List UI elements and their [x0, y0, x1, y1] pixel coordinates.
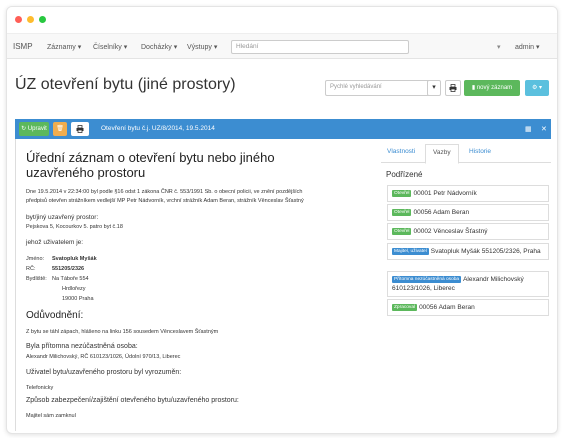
name-value: Svatopluk Myšák [52, 256, 97, 262]
caret-icon: ▾ [173, 44, 178, 51]
caret-icon: ▾ [536, 44, 540, 51]
relation-item[interactable]: Přítomna nezúčastněná osoba Alexandr Mili… [387, 271, 549, 297]
subordinates-heading: Podřízené [386, 170, 423, 179]
document-body: Úřední záznam o otevření bytu nebo jinéh… [15, 139, 373, 431]
tab-historie[interactable]: Historie [469, 148, 491, 155]
caret-icon: ▾ [213, 44, 218, 51]
brand[interactable]: ISMP [13, 42, 33, 51]
residence-line: Na Táboře 554 [52, 276, 89, 282]
print-button[interactable] [445, 80, 461, 96]
relation-item[interactable]: Zpracoval 00056 Adam Beran [387, 299, 549, 316]
top-navbar: ISMP Záznamy ▾ Číselníky ▾ Docházky ▾ Vý… [7, 33, 557, 59]
menu-ciselniky[interactable]: Číselníky ▾ [93, 43, 127, 51]
rc-label: RČ: [26, 266, 36, 272]
name-label: Jméno: [26, 256, 45, 262]
relation-text: 00002 Věnceslav Šťastný [413, 228, 488, 235]
caret-icon: ▾ [123, 44, 128, 51]
edit-label: Upravit [27, 126, 47, 132]
caret-icon: ▾ [432, 84, 436, 91]
relation-badge: Přítomna nezúčastněná osoba [392, 275, 462, 283]
tab-vazby[interactable]: Vazby [425, 144, 459, 164]
relations-sidebar: Vlastnosti Vazby Historie Podřízené Otev… [381, 144, 551, 431]
secured-heading: Způsob zabezpečení/zajištění otevřeného … [26, 397, 239, 404]
caret-icon: ▾ [77, 44, 82, 51]
menu-dochazky[interactable]: Docházky ▾ [141, 43, 177, 51]
print-icon [449, 84, 457, 92]
secured-text: Majitel sám zamknul [26, 413, 76, 419]
menu-label: Číselníky [93, 44, 122, 51]
record-panel-header: ↻ Upravit 🗑 Otevření bytu č.j. UZ/8/2014… [15, 119, 551, 139]
relation-text: 00056 Adam Beran [413, 209, 470, 216]
plus-icon: ▮ [471, 85, 476, 91]
intro-line-2: předpisů otevřen strážníkem vedlejší MP … [26, 198, 304, 204]
quick-search-input[interactable]: Pychlé vyhledávání [325, 80, 435, 96]
menu-label: Výstupy [187, 44, 212, 51]
present-text: Alexandr Milichovský, RČ 610123/1026, Úd… [26, 354, 181, 360]
relation-badge: Otevřel [392, 208, 412, 216]
intro-line-1: Dne 19.5.2014 v 22:34:00 byl podle §16 o… [26, 189, 303, 195]
relation-item[interactable]: Otevřel 00056 Adam Beran [387, 204, 549, 221]
user-menu[interactable]: admin ▾ [515, 43, 540, 51]
relation-badge: Majitel, uživatel [392, 247, 429, 255]
residence-label: Bydliště: [26, 276, 47, 282]
app-window: ISMP Záznamy ▾ Číselníky ▾ Docházky ▾ Vý… [6, 6, 558, 434]
relation-item[interactable]: Majitel, uživatel Svatopluk Myšák 551205/… [387, 243, 549, 260]
present-heading: Byla přítomna nezúčastněná osoba: [26, 343, 138, 350]
reason-heading: Odůvodnění: [26, 310, 84, 321]
relation-text: Svatopluk Myšák 551205/2326, Praha [430, 248, 541, 255]
caret-icon: ▾ [539, 85, 543, 91]
new-record-button[interactable]: ▮ nový záznam [464, 80, 520, 96]
grid-icon[interactable]: ▦ [525, 125, 532, 133]
trash-icon: 🗑 [56, 126, 64, 132]
relation-badge: Otevřel [392, 189, 412, 197]
print-icon [76, 125, 84, 133]
rc-value: 551205/2326 [52, 266, 85, 272]
relation-item[interactable]: Otevřel 00002 Věnceslav Šťastný [387, 223, 549, 240]
residence-line: Hrdlořezy [62, 286, 86, 292]
document-title: Úřední záznam o otevření bytu nebo jinéh… [26, 150, 275, 180]
relation-badge: Otevřel [392, 227, 412, 235]
notified-heading: Uživatel bytu/uzavřeného prostoru byl vy… [26, 369, 182, 376]
relation-text: 00056 Adam Beran [419, 304, 475, 311]
residence-line: 19000 Praha [62, 296, 94, 302]
panel-print-button[interactable] [71, 122, 89, 136]
user-name: admin [515, 44, 535, 51]
new-record-label: nový záznam [476, 85, 513, 91]
space-address: Pejskova 5, Kocourkov 5. patro byt č.18 [26, 224, 123, 230]
reason-text: Z bytu se táhl zápach, hlášeno na linku … [26, 329, 219, 335]
menu-label: Docházky [141, 44, 172, 51]
space-heading: byt/jiný uzavřený prostor: [26, 214, 99, 221]
nav-search-input[interactable]: Hledání [231, 40, 409, 54]
minimize-window-dot[interactable] [27, 16, 34, 23]
edit-button[interactable]: ↻ Upravit [19, 122, 49, 136]
relation-text: 00001 Petr Nádvorník [413, 190, 477, 197]
record-reference: Otevření bytu č.j. UZ/8/2014, 19.5.2014 [101, 125, 215, 132]
relation-badge: Zpracoval [392, 303, 418, 311]
menu-vystupy[interactable]: Výstupy ▾ [187, 43, 217, 51]
window-chrome [7, 7, 557, 33]
relation-item[interactable]: Otevřel 00001 Petr Nádvorník [387, 185, 549, 202]
tab-vlastnosti[interactable]: Vlastnosti [387, 148, 415, 155]
sidebar-tabs: Vlastnosti Vazby Historie [381, 144, 551, 164]
menu-label: Záznamy [47, 44, 76, 51]
nav-dropdown-caret-icon[interactable]: ▾ [497, 43, 501, 51]
settings-dropdown-button[interactable]: ⚙ ▾ [525, 80, 549, 96]
maximize-window-dot[interactable] [39, 16, 46, 23]
user-heading: jehož uživatelem je: [26, 239, 84, 246]
page-title: ÚZ otevření bytu (jiné prostory) [15, 76, 236, 93]
refresh-icon: ↻ [21, 126, 27, 132]
delete-button[interactable]: 🗑 [53, 122, 67, 136]
gear-icon: ⚙ [531, 85, 538, 91]
menu-zaznamy[interactable]: Záznamy ▾ [47, 43, 81, 51]
close-window-dot[interactable] [15, 16, 22, 23]
close-icon[interactable]: ✕ [541, 125, 547, 133]
quick-search-dropdown-button[interactable]: ▾ [427, 80, 441, 96]
notified-text: Telefonicky [26, 385, 54, 391]
